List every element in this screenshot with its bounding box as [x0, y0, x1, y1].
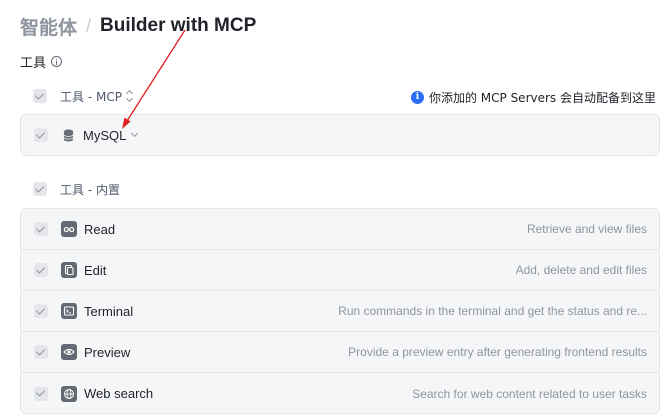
tool-name: Read — [84, 221, 116, 237]
builtin-group-checkbox[interactable] — [33, 182, 47, 196]
breadcrumb-parent-link[interactable]: 智能体 — [20, 13, 77, 40]
tool-row-read[interactable]: Read Retrieve and view files — [21, 209, 659, 250]
breadcrumb: 智能体 / Builder with MCP — [20, 12, 256, 40]
tool-checkbox[interactable] — [34, 128, 48, 142]
builtin-group-header: 工具 - 内置 — [33, 179, 120, 199]
tool-description: Retrieve and view files — [526, 222, 647, 236]
tool-description: Provide a preview entry after generating… — [348, 345, 647, 359]
tool-checkbox[interactable] — [34, 222, 48, 236]
tool-checkbox[interactable] — [34, 386, 48, 401]
mcp-tools-panel: MySQL — [20, 114, 660, 156]
breadcrumb-separator: / — [86, 15, 92, 36]
builtin-tools-panel: Read Retrieve and view files Edit Add, d… — [20, 208, 660, 414]
tool-name: Preview — [84, 344, 131, 360]
mcp-notice: i 你添加的 MCP Servers 会自动配备到这里 — [410, 88, 656, 106]
eye-icon — [61, 344, 77, 360]
tool-checkbox[interactable] — [34, 345, 48, 359]
tools-section-title: 工具 — [20, 52, 63, 71]
info-filled-icon: i — [410, 90, 424, 104]
chevron-down-icon[interactable] — [131, 129, 139, 138]
tool-checkbox[interactable] — [34, 304, 48, 318]
mcp-notice-text: 你添加的 MCP Servers 会自动配备到这里 — [428, 90, 656, 105]
glasses-icon — [61, 221, 77, 237]
builtin-group-label: 工具 - 内置 — [60, 182, 120, 197]
file-edit-icon — [61, 262, 77, 278]
tool-checkbox[interactable] — [34, 263, 48, 277]
tool-row-terminal[interactable]: Terminal Run commands in the terminal an… — [21, 291, 659, 332]
tool-description: Run commands in the terminal and get the… — [338, 304, 647, 318]
mcp-group-header: 工具 - MCP — [33, 86, 134, 106]
page-title: Builder with MCP — [100, 15, 257, 36]
mcp-tool-row[interactable]: MySQL — [21, 115, 659, 155]
tool-row-preview[interactable]: Preview Provide a preview entry after ge… — [21, 332, 659, 373]
info-icon[interactable] — [51, 55, 63, 67]
globe-icon — [61, 385, 77, 402]
sort-icon[interactable] — [126, 90, 134, 102]
mcp-group-label: 工具 - MCP — [60, 89, 122, 104]
annotation-arrow-line — [126, 29, 186, 122]
tools-title-label: 工具 — [20, 55, 47, 71]
tool-row-web-search[interactable]: Web search Search for web content relate… — [21, 373, 659, 414]
database-icon — [62, 128, 74, 142]
tool-name: Web search — [84, 386, 154, 401]
mcp-group-checkbox[interactable] — [33, 89, 47, 103]
tool-name: Edit — [84, 262, 107, 278]
terminal-icon — [61, 303, 77, 319]
mcp-tool-name: MySQL — [83, 127, 127, 143]
tool-description: Search for web content related to user t… — [412, 386, 647, 401]
tool-row-edit[interactable]: Edit Add, delete and edit files — [21, 250, 659, 291]
tool-name: Terminal — [84, 303, 134, 319]
tool-description: Add, delete and edit files — [515, 263, 647, 277]
